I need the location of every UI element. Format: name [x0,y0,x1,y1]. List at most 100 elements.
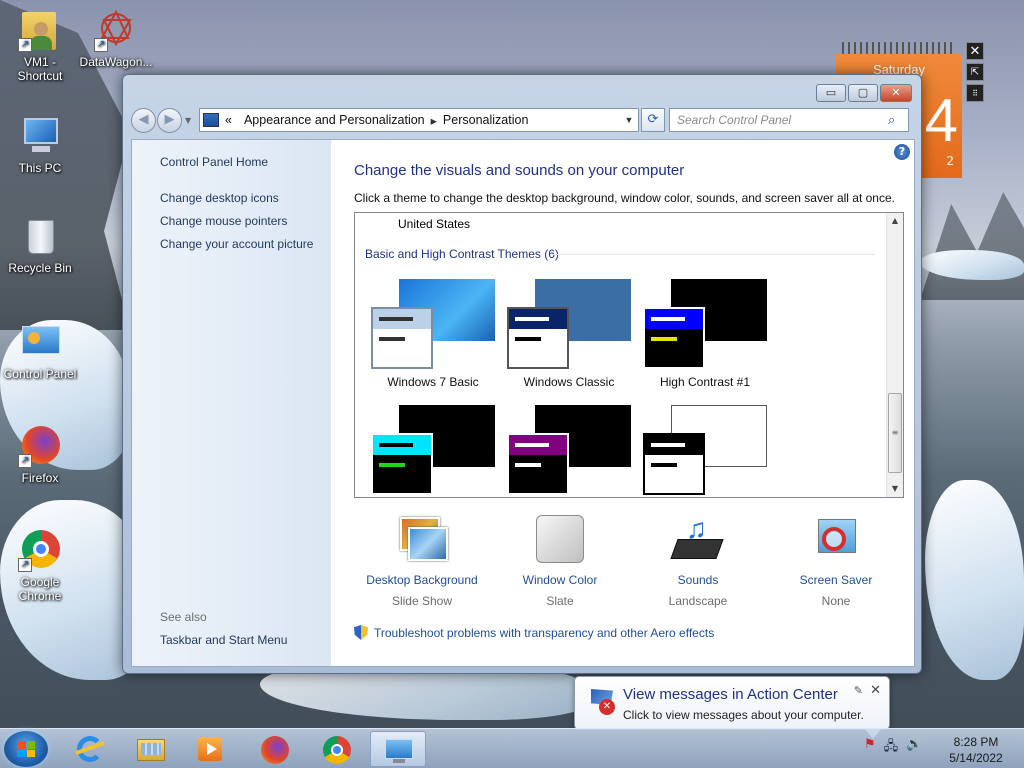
taskbar-media-player[interactable] [182,731,238,767]
link-change-desktop-icons[interactable]: Change desktop icons [160,191,279,205]
breadcrumb-appearance[interactable]: Appearance and Personalization [244,113,425,127]
theme-preview-window [643,433,705,495]
clock-time: 8:28 PM [953,735,999,749]
breadcrumb-personalization[interactable]: Personalization [443,113,528,127]
search-input[interactable]: Search Control Panel ⌕ [669,108,909,132]
help-icon[interactable]: ? [894,144,910,160]
start-button[interactable] [4,731,48,767]
theme-high-contrast-white[interactable] [643,405,773,497]
desktop-icon-label: This PC [18,161,62,175]
taskbar-control-panel[interactable] [370,731,426,767]
maximize-button[interactable]: ▢ [848,84,878,102]
item-title: Desktop Background [366,573,478,587]
desktop-icon-this-pc[interactable]: This PC [0,114,80,175]
address-dropdown-icon[interactable]: ▼ [620,115,638,125]
personalization-window: ▭ ▢ ✕ ◀ ▶ ▼ « Appearance and Personaliza… [122,74,922,674]
desktop-icon-datawagon[interactable]: ↗ DataWagon... [76,8,156,69]
close-button[interactable]: ✕ [880,84,912,102]
desktop-icon-control-panel[interactable]: Control Panel [0,320,80,381]
themes-list[interactable]: United States Basic and High Contrast Th… [354,212,904,498]
theme-item-previous[interactable]: United States [398,217,470,231]
search-icon[interactable]: ⌕ [888,112,908,128]
page-description: Click a theme to change the desktop back… [354,191,895,205]
pin-icon[interactable]: ✎ [854,684,863,697]
scroll-down-arrow-icon[interactable]: ▼ [887,481,903,497]
volume-icon[interactable]: 🔊 [906,737,922,759]
gadget-close-icon[interactable]: ✕ [966,42,984,60]
theme-high-contrast-1[interactable]: High Contrast #1 [643,279,773,391]
control-panel-icon [383,735,413,765]
theme-high-contrast-black[interactable] [507,405,637,497]
screen-saver-item[interactable]: Screen Saver None [766,515,906,608]
chrome-icon: ↗ [18,528,62,572]
forward-button[interactable]: ▶ [157,107,182,133]
theme-group-label: Basic and High Contrast Themes (6) [365,247,559,261]
themes-scrollbar[interactable]: ▲ ≡ ▼ [886,213,903,497]
desktop-icon-google-chrome[interactable]: ↗ Google Chrome [0,528,80,603]
firefox-icon: ↗ [18,424,62,468]
desktop-icon-label: Recycle Bin [8,261,72,275]
gadget-drag-icon[interactable]: ⠿ [966,84,984,102]
theme-preview-window [371,433,433,495]
clock[interactable]: 8:28 PM 5/14/2022 [936,734,1016,766]
breadcrumb-arrow-icon: ▸ [430,113,437,128]
window-color-icon [534,515,586,565]
scroll-thumb[interactable]: ≡ [888,393,902,473]
theme-preview-window [643,307,705,369]
notification-title[interactable]: View messages in Action Center [623,686,838,703]
taskbar: ⚑ 🖧 🔊 8:28 PM 5/14/2022 [0,728,1024,768]
shield-icon [354,625,368,640]
taskbar-internet-explorer[interactable] [62,731,118,767]
action-center-tray-icon[interactable]: ⚑ [864,737,876,759]
desktop-icon-firefox[interactable]: ↗ Firefox [0,424,80,485]
notification-close-icon[interactable]: ✕ [870,683,881,698]
taskbar-chrome[interactable] [308,731,364,767]
desktop-icon-recycle-bin[interactable]: Recycle Bin [0,214,80,275]
item-value: Landscape [668,594,728,608]
window-color-item[interactable]: Window Color Slate [490,515,630,608]
user-folder-icon: ↗ [18,8,62,52]
refresh-button[interactable]: ⟳ [641,108,665,132]
media-player-icon [195,734,225,764]
link-taskbar-start-menu[interactable]: Taskbar and Start Menu [160,633,287,647]
shortcut-arrow-icon: ↗ [18,558,32,572]
item-title: Sounds [677,573,719,587]
network-icon[interactable]: 🖧 [884,737,899,759]
clock-date: 5/14/2022 [949,751,1003,765]
link-change-account-picture[interactable]: Change your account picture [160,237,313,251]
calendar-date: 4 [924,87,958,154]
link-control-panel-home[interactable]: Control Panel Home [160,155,268,169]
action-center-flag-icon: ✕ [587,687,615,715]
theme-high-contrast-2[interactable] [371,405,501,497]
action-center-notification[interactable]: ✕ View messages in Action Center Click t… [574,676,890,739]
scroll-up-arrow-icon[interactable]: ▲ [887,213,903,229]
desktop-background-item[interactable]: Desktop Background Slide Show [352,515,492,608]
item-value: Slate [546,594,574,608]
address-overflow[interactable]: « [225,113,232,127]
sounds-item[interactable]: ♫ Sounds Landscape [628,515,768,609]
folder-icon [135,734,165,764]
gadget-size-icon[interactable]: ⇱ [966,63,984,81]
desktop-icon-label: Control Panel [3,367,77,381]
sounds-icon: ♫ [670,515,724,565]
troubleshoot-link[interactable]: Troubleshoot problems with transparency … [354,625,714,640]
address-bar[interactable]: « Appearance and Personalization ▸ Perso… [199,108,639,132]
item-value: None [821,594,851,608]
screen-saver-icon [810,515,862,565]
minimize-button[interactable]: ▭ [816,84,846,102]
taskbar-file-explorer[interactable] [122,731,178,767]
page-title: Change the visuals and sounds on your co… [354,162,685,179]
desktop-icon-vm1-shortcut[interactable]: ↗ VM1 - Shortcut [0,8,80,83]
taskbar-firefox[interactable] [246,731,302,767]
back-button[interactable]: ◀ [131,107,156,133]
theme-preview-window [371,307,433,369]
calendar-rings [842,42,956,54]
gadget-controls: ✕ ⇱ ⠿ [966,42,984,105]
troubleshoot-link-text[interactable]: Troubleshoot problems with transparency … [374,626,714,640]
theme-windows-classic[interactable]: Windows Classic [507,279,637,391]
theme-windows-7-basic[interactable]: Windows 7 Basic [371,279,501,391]
link-change-mouse-pointers[interactable]: Change mouse pointers [160,214,287,228]
recent-pages-dropdown[interactable]: ▼ [185,116,195,125]
shortcut-arrow-icon: ↗ [18,454,32,468]
main-pane: ? Change the visuals and sounds on your … [331,140,914,666]
